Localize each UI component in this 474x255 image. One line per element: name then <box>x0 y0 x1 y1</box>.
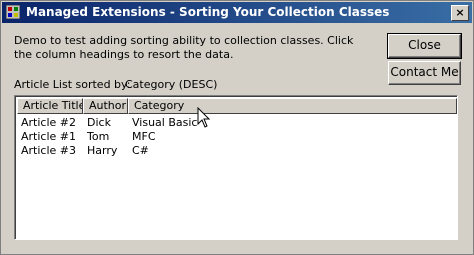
list-header: Article Title Author Category <box>17 98 457 114</box>
list-row[interactable]: Article #1 Tom MFC <box>17 130 457 144</box>
column-header-category[interactable]: Category <box>128 98 457 114</box>
close-window-icon[interactable]: × <box>451 5 469 21</box>
app-icon <box>6 5 20 19</box>
list-row[interactable]: Article #3 Harry C# <box>17 144 457 158</box>
column-header-author[interactable]: Author <box>83 98 128 114</box>
sort-status-label: Article List sorted by: <box>14 78 131 91</box>
sort-status-value: Category (DESC) <box>125 78 218 91</box>
cell-article-title: Article #1 <box>21 130 76 143</box>
list-row[interactable]: Article #2 Dick Visual Basic <box>17 116 457 130</box>
title-bar[interactable]: Managed Extensions - Sorting Your Collec… <box>2 2 472 23</box>
description-text: Demo to test adding sorting ability to c… <box>14 34 354 61</box>
cell-author: Tom <box>87 130 110 143</box>
column-header-article-title[interactable]: Article Title <box>17 98 83 114</box>
cell-article-title: Article #2 <box>21 116 76 129</box>
mouse-cursor-icon <box>197 107 211 128</box>
dialog-window: Managed Extensions - Sorting Your Collec… <box>0 0 474 255</box>
cell-article-title: Article #3 <box>21 144 76 157</box>
contact-me-button[interactable]: Contact Me <box>388 61 461 85</box>
article-list[interactable]: Article Title Author Category Article #2… <box>14 95 458 240</box>
cell-author: Harry <box>87 144 118 157</box>
cell-category: MFC <box>132 130 156 143</box>
window-title: Managed Extensions - Sorting Your Collec… <box>26 5 390 19</box>
list-rows: Article #2 Dick Visual Basic Article #1 … <box>17 116 457 158</box>
cell-author: Dick <box>87 116 111 129</box>
cell-category: C# <box>132 144 149 157</box>
close-button[interactable]: Close <box>387 33 462 59</box>
cell-category: Visual Basic <box>132 116 198 129</box>
